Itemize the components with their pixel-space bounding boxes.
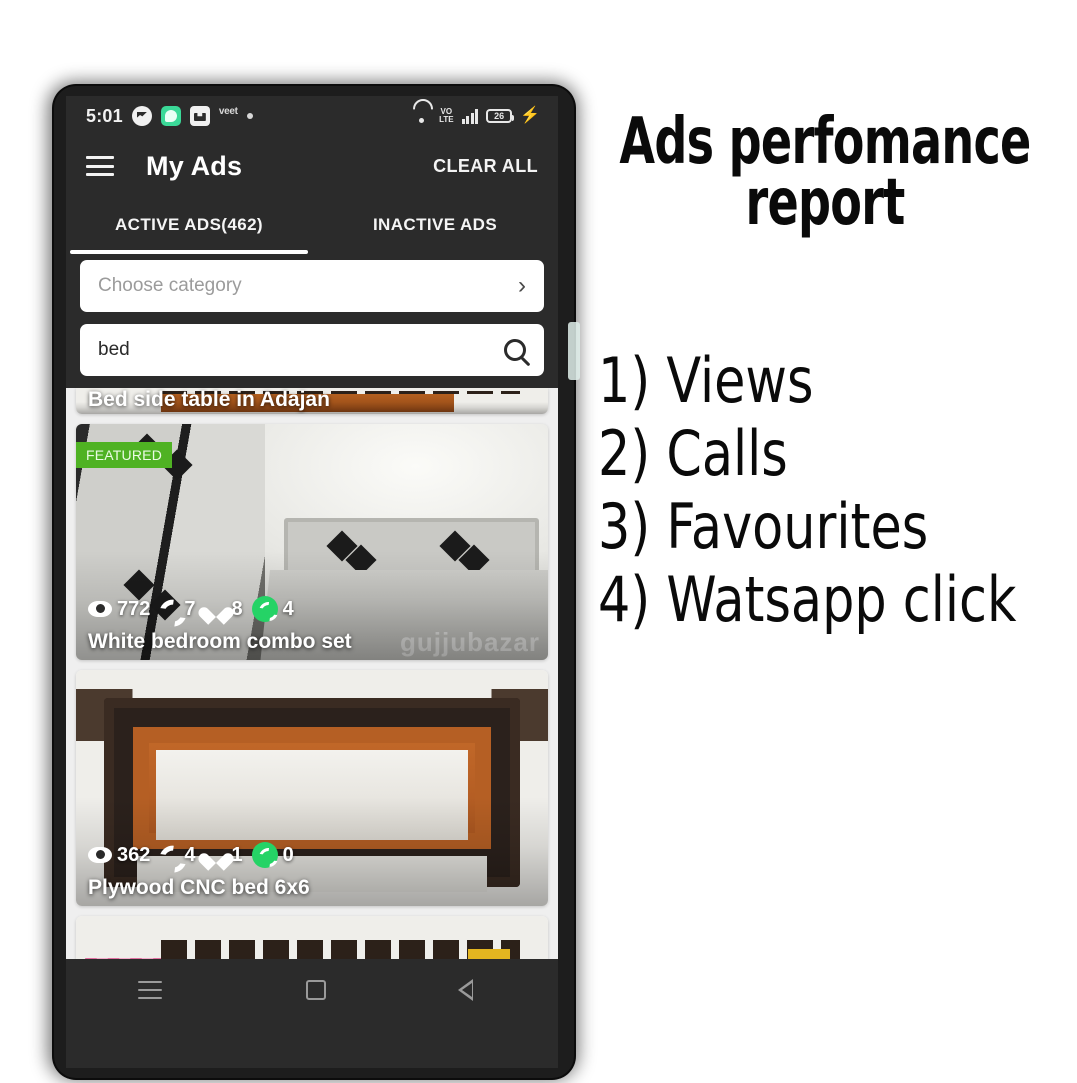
stat-whatsapp: 0 [251,842,294,868]
whatsapp-count: 0 [282,843,294,866]
ad-stats: 772 7 8 4 [88,596,294,622]
metric-item-calls: 2) Calls [598,416,788,490]
status-bar: 5:01 veet VO LTE 26 ⚡ [66,96,558,136]
category-placeholder: Choose category [98,275,242,296]
messenger-icon [131,106,152,126]
stat-calls: 7 [159,598,195,621]
stat-calls: 4 [159,844,195,867]
metric-item-views: 1) Views [598,343,814,417]
ad-image: gujjubazar FEATURED [76,424,548,660]
whatsapp-icon [251,596,278,622]
signal-icon [461,108,479,124]
page-title: My Ads [146,150,243,181]
back-icon[interactable] [457,979,486,1001]
metric-item-whatsapp: 4) Watsapp click [598,563,1017,637]
android-nav-bar [66,959,558,1021]
dot-icon [246,113,253,119]
volte-icon: VO LTE [439,108,454,124]
annotation-panel: Ads perfomance report 1) Views 2) Calls … [580,90,1070,1050]
phone-icon [158,598,181,621]
phone-side-button[interactable] [568,322,580,380]
tab-inactive-ads[interactable]: INACTIVE ADS [312,196,558,254]
hamburger-icon[interactable] [86,156,114,176]
wifi-icon [413,109,431,123]
filter-section: Choose category › bed [66,254,558,376]
poster-canvas: 5:01 veet VO LTE 26 ⚡ My Ads CLEAR ALL A… [0,0,1077,1083]
calls-count: 7 [184,597,196,620]
heart-icon [205,846,227,865]
favourites-count: 8 [231,597,243,620]
heart-icon [205,600,227,619]
app-icon [189,106,210,126]
stat-favourites: 1 [205,844,243,867]
status-bar-right: VO LTE 26 ⚡ [413,108,540,124]
list-item[interactable]: Bed side table in Adajan [76,388,548,414]
favourites-count: 1 [231,843,243,866]
views-count: 362 [117,843,151,866]
ad-photo [76,916,548,959]
ad-title: Bed side table in Adajan [88,388,330,411]
chevron-right-icon: › [518,272,526,299]
tab-active-ads[interactable]: ACTIVE ADS(462) [66,196,312,254]
whatsapp-count: 4 [282,597,294,620]
volte-bottom: LTE [439,115,454,124]
clear-all-button[interactable]: CLEAR ALL [433,156,538,177]
stat-views: 362 [88,844,150,867]
search-input[interactable]: bed [98,339,504,361]
metric-list: 1) Views 2) Calls 3) Favourites 4) Watsa… [580,344,1070,637]
ad-image [76,916,548,959]
veet-icon: veet [218,106,238,117]
ad-title: Plywood CNC bed 6x6 [88,876,310,899]
category-selector[interactable]: Choose category › [80,260,544,312]
views-count: 772 [117,597,151,620]
poster-headline: Ads perfomance report [580,90,1070,240]
battery-icon: 26 [486,109,515,123]
status-bar-left: 5:01 veet [86,106,253,127]
stat-views: 772 [88,598,150,621]
featured-badge: FEATURED [76,442,173,468]
stat-favourites: 8 [205,598,243,621]
ad-title: White bedroom combo set [88,630,352,653]
list-item[interactable]: gujjubazar FEATURED 772 7 [76,424,548,660]
charging-bolt-icon: ⚡ [520,107,540,124]
status-time: 5:01 [86,105,123,126]
ads-list[interactable]: Bed side table in Adajan FEATURED 772 7 … [66,388,558,959]
list-item[interactable]: 362 4 1 0 Plywood CNC bed 6x6 [76,670,548,906]
whatsapp-icon [160,106,181,126]
headline-line-2: report [745,165,905,240]
tab-bar: ACTIVE ADS(462) INACTIVE ADS [66,196,558,254]
eye-icon [88,601,112,617]
ad-image [76,670,548,906]
whatsapp-icon [251,842,278,868]
home-icon[interactable] [306,980,327,1000]
calls-count: 4 [184,843,196,866]
search-icon[interactable] [504,339,526,361]
stat-whatsapp: 4 [251,596,294,622]
metric-item-favourites: 3) Favourites [598,489,929,563]
list-item[interactable] [76,916,548,959]
app-bar: My Ads CLEAR ALL [66,136,558,196]
phone-icon [158,844,181,867]
search-field[interactable]: bed [80,324,544,376]
ad-stats: 362 4 1 0 [88,842,294,868]
eye-icon [88,847,112,863]
recents-icon[interactable] [138,981,163,999]
phone-screen: 5:01 veet VO LTE 26 ⚡ My Ads CLEAR ALL A… [66,96,558,1068]
